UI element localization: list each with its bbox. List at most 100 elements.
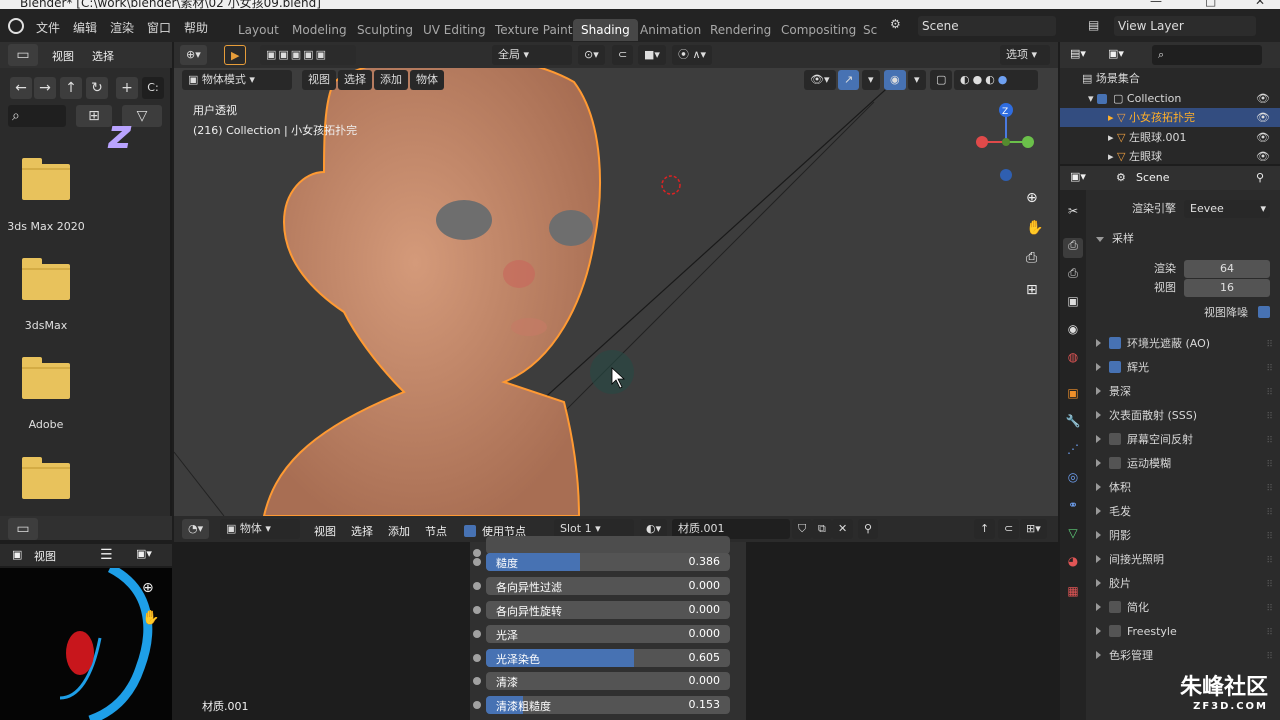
shader-type-select[interactable]: ▣ 物体 ▾ <box>220 519 300 539</box>
properties-panel-header[interactable]: 屏幕空间反射 <box>1096 430 1193 450</box>
xray-icon[interactable]: ▢ <box>930 70 953 90</box>
display-mode-icon[interactable]: ▣▾ <box>1108 47 1124 60</box>
pin-icon[interactable]: ⚲ <box>858 519 879 539</box>
minimize-icon[interactable]: — <box>1150 0 1162 8</box>
input-socket[interactable] <box>473 606 481 614</box>
input-socket[interactable] <box>473 582 481 590</box>
expand-arrow-icon[interactable] <box>1096 651 1101 659</box>
panel-checkbox[interactable] <box>1109 337 1121 349</box>
viewport-menu-view[interactable]: 视图 <box>302 70 336 90</box>
node-menu-select[interactable]: 选择 <box>351 523 373 539</box>
expand-arrow-icon[interactable] <box>1096 627 1101 635</box>
folder-label[interactable]: 3ds Max 2020 <box>0 220 92 233</box>
viewport-denoise-checkbox[interactable]: 视图降噪 <box>1204 303 1270 323</box>
folder-icon[interactable] <box>22 258 70 300</box>
properties-panel-header[interactable]: 胶片 <box>1096 574 1131 594</box>
drag-handle-icon[interactable]: ⠿ <box>1266 436 1273 446</box>
expand-arrow-icon[interactable] <box>1096 411 1101 419</box>
expand-arrow-icon[interactable] <box>1096 579 1101 587</box>
panel-checkbox[interactable] <box>1109 625 1121 637</box>
node-slider[interactable]: 清漆粗糙度 0.153 <box>486 696 730 714</box>
properties-panel-header[interactable]: 环境光遮蔽 (AO) <box>1096 334 1210 354</box>
editor-type-icon[interactable]: ◔▾ <box>182 519 210 539</box>
node-snap-dropdown-icon[interactable]: ⊞▾ <box>1020 519 1047 539</box>
object-tab-icon[interactable]: ▣ <box>1063 386 1083 406</box>
render-samples-field[interactable]: 64 <box>1184 260 1270 278</box>
select-tool-icon[interactable]: ▶ <box>224 45 247 65</box>
folder-label[interactable]: 3dsMax <box>0 319 92 332</box>
parent-dir-icon[interactable]: ↑ <box>60 77 82 99</box>
node-menu-view[interactable]: 视图 <box>314 523 336 539</box>
drag-handle-icon[interactable]: ⠿ <box>1266 460 1273 470</box>
3d-viewport[interactable]: ⊕▾ ▶ ▣▣▣▣▣ 全局 ▾ ⊙▾ ⊂ ■▾ ⦿ ∧▾ 选项 ▾ ▣ 物体模式… <box>174 42 1058 516</box>
sampling-panel[interactable]: 采样 <box>1096 229 1134 249</box>
pan-hand-icon[interactable]: ✋ <box>1026 220 1043 236</box>
material-tab-icon[interactable]: ◕ <box>1063 554 1083 574</box>
snap-node-icon[interactable]: ⊂ <box>998 519 1020 539</box>
fb-menu-select[interactable]: 选择 <box>92 48 114 64</box>
tab-scripting[interactable]: Sc <box>855 19 885 41</box>
mode-select[interactable]: ▣ 物体模式 ▾ <box>182 70 292 90</box>
input-socket[interactable] <box>473 654 481 662</box>
gizmo-icon[interactable]: ↗ <box>838 70 860 90</box>
snap-target-icon[interactable]: ■▾ <box>638 45 666 65</box>
drag-handle-icon[interactable]: ⠿ <box>1266 580 1273 590</box>
shading-mode-icons[interactable]: ◐●◐● <box>954 70 1038 90</box>
pivot-icon[interactable]: ⊙▾ <box>578 45 605 65</box>
modifier-tab-icon[interactable]: 🔧 <box>1063 414 1083 434</box>
expand-arrow-icon[interactable] <box>1096 435 1101 443</box>
view-layer-tab-icon[interactable]: ▣ <box>1063 294 1083 314</box>
viewport-menu-object[interactable]: 物体 <box>410 70 444 90</box>
search-icon[interactable]: ⌕ <box>1152 45 1262 65</box>
menu-window[interactable]: 窗口 <box>147 19 171 36</box>
path-field[interactable]: C: <box>142 77 164 99</box>
parent-node-icon[interactable]: ↑ <box>974 519 996 539</box>
panel-checkbox[interactable] <box>1109 361 1121 373</box>
image-browse-icon[interactable]: ▣▾ <box>136 547 152 560</box>
drag-handle-icon[interactable]: ⠿ <box>1266 388 1273 398</box>
node-slider[interactable]: 清漆 0.000 <box>486 672 730 690</box>
scene-collection-row[interactable]: ▤ 场景集合 <box>1060 69 1280 88</box>
node-slider[interactable]: 糙度 0.386 <box>486 553 730 571</box>
back-icon[interactable]: ← <box>10 77 32 99</box>
properties-panel-header[interactable]: 景深 <box>1096 382 1131 402</box>
properties-panel-header[interactable]: 毛发 <box>1096 502 1131 522</box>
outliner-item[interactable]: ▸ ▽ 左眼球 👁 <box>1060 147 1280 164</box>
editor-type-icon[interactable]: ▭ <box>8 44 38 66</box>
expand-arrow-icon[interactable] <box>1096 363 1101 371</box>
render-engine-select[interactable]: Eevee ▾ <box>1184 200 1270 218</box>
transform-orientation-select[interactable]: 全局 ▾ <box>492 45 572 65</box>
properties-panel-header[interactable]: 次表面散射 (SSS) <box>1096 406 1197 426</box>
drag-handle-icon[interactable]: ⠿ <box>1266 412 1273 422</box>
constraint-tab-icon[interactable]: ⚭ <box>1063 498 1083 518</box>
node-slider[interactable]: 光泽 0.000 <box>486 625 730 643</box>
folder-icon[interactable] <box>22 457 70 499</box>
close-icon[interactable]: ✕ <box>1255 0 1265 8</box>
world-tab-icon[interactable]: ◍ <box>1063 350 1083 370</box>
properties-panel-header[interactable]: 运动模糊 <box>1096 454 1171 474</box>
menu-edit[interactable]: 编辑 <box>73 19 97 36</box>
pin-icon[interactable]: ⚲ <box>1256 171 1264 184</box>
drag-handle-icon[interactable]: ⠿ <box>1266 652 1273 662</box>
editor-type-icon[interactable]: ▣▾ <box>1070 170 1086 183</box>
zoom-icon[interactable]: ⊕ <box>1026 190 1038 206</box>
properties-panel-header[interactable]: Freestyle <box>1096 622 1177 642</box>
options-dropdown[interactable]: 选项 ▾ <box>1000 45 1050 65</box>
expand-arrow-icon[interactable] <box>1096 339 1101 347</box>
forward-icon[interactable]: → <box>34 77 56 99</box>
input-socket[interactable] <box>473 630 481 638</box>
editor-type-icon[interactable]: ▭ <box>8 518 38 540</box>
new-folder-icon[interactable]: + <box>116 77 138 99</box>
tab-modeling[interactable]: Modeling <box>284 19 355 41</box>
expand-arrow-icon[interactable] <box>1096 555 1101 563</box>
drag-handle-icon[interactable]: ⠿ <box>1266 508 1273 518</box>
tab-uv-editing[interactable]: UV Editing <box>415 19 494 41</box>
overlays-dropdown-icon[interactable]: ▾ <box>908 70 926 90</box>
menu-lines-icon[interactable]: ☰ <box>100 547 113 563</box>
tab-animation[interactable]: Animation <box>632 19 709 41</box>
panel-checkbox[interactable] <box>1109 601 1121 613</box>
view-layer-field[interactable]: View Layer <box>1114 16 1256 36</box>
node-slider[interactable]: 光泽染色 0.605 <box>486 649 730 667</box>
input-socket[interactable] <box>473 677 481 685</box>
data-tab-icon[interactable]: ▽ <box>1063 526 1083 546</box>
